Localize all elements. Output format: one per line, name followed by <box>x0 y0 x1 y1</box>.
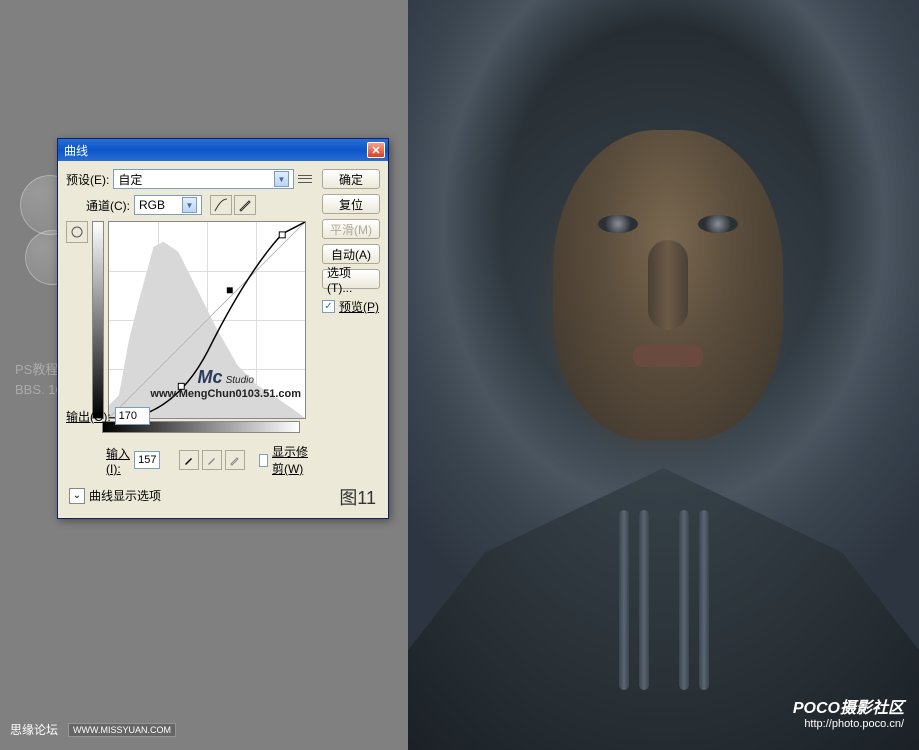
watermark-bottom-left: 思缘论坛 WWW.MISSYUAN.COM <box>10 721 176 738</box>
black-point-eyedropper[interactable] <box>179 450 199 470</box>
watermark-bottom-right: POCO摄影社区 http://photo.poco.cn/ <box>793 694 904 730</box>
preview-label: 预览(P) <box>339 298 379 315</box>
figure-label: 图11 <box>339 484 376 510</box>
watermark-url: http://photo.poco.cn/ <box>793 718 904 730</box>
curve-point <box>279 232 285 238</box>
pencil-curve-button[interactable] <box>234 195 256 215</box>
curve-graph[interactable]: Mc Studio www.MengChun0103.51.com <box>108 221 306 419</box>
curve-point-icon <box>214 198 228 212</box>
gray-point-eyedropper[interactable] <box>202 450 222 470</box>
channel-value: RGB <box>139 198 165 212</box>
dialog-right-column: 确定 复位 平滑(M) 自动(A) 选项(T)... ✓ 预览(P) <box>322 169 380 510</box>
preview-row: ✓ 预览(P) <box>322 298 380 315</box>
dialog-left-column: 预设(E): 自定 ▼ 通道(C): RGB ▼ <box>66 169 312 510</box>
on-image-adjust-button[interactable] <box>66 221 88 243</box>
eye-left <box>598 215 638 233</box>
dialog-titlebar[interactable]: 曲线 ✕ <box>58 139 388 161</box>
input-input[interactable]: 157 <box>134 451 160 469</box>
options-button[interactable]: 选项(T)... <box>322 269 380 289</box>
channel-label: 通道(C): <box>86 197 130 214</box>
hand-icon <box>70 225 84 239</box>
output-input[interactable]: 170 <box>115 407 150 425</box>
curve-display-options-row[interactable]: ⌄ 曲线显示选项 <box>69 487 312 510</box>
close-button[interactable]: ✕ <box>367 142 385 158</box>
expand-label: 曲线显示选项 <box>89 487 161 504</box>
ok-button[interactable]: 确定 <box>322 169 380 189</box>
show-clipping-row: 显示修剪(W) <box>259 443 312 477</box>
channel-row: 通道(C): RGB ▼ <box>86 195 312 215</box>
chevron-down-icon: ▼ <box>182 197 197 213</box>
y-axis-tools <box>66 221 88 419</box>
preset-row: 预设(E): 自定 ▼ <box>66 169 312 189</box>
auto-button[interactable]: 自动(A) <box>322 244 380 264</box>
eyedropper-icon <box>229 454 241 466</box>
watermark-title: POCO摄影社区 <box>793 694 904 718</box>
curve-line <box>109 222 305 418</box>
mouth <box>633 345 703 367</box>
output-label: 输出(O): <box>66 408 111 425</box>
curve-point <box>227 287 233 293</box>
preset-select[interactable]: 自定 ▼ <box>113 169 294 189</box>
eyedropper-icon <box>206 454 218 466</box>
nose <box>648 240 688 330</box>
image-canvas: POCO摄影社区 http://photo.poco.cn/ <box>408 0 919 750</box>
preset-menu-button[interactable] <box>298 172 312 186</box>
curve-point <box>178 383 184 389</box>
input-row: 输入(I): 157 显示修剪(W) <box>106 443 312 477</box>
output-row: 输出(O): 170 <box>66 407 312 425</box>
show-clipping-label: 显示修剪(W) <box>272 443 312 477</box>
curve-edit-modes <box>210 195 256 215</box>
chevron-down-icon: ▼ <box>274 171 289 187</box>
expand-icon: ⌄ <box>69 488 85 504</box>
output-gradient-bar <box>92 221 104 419</box>
dialog-body: 预设(E): 自定 ▼ 通道(C): RGB ▼ <box>58 161 388 518</box>
point-curve-button[interactable] <box>210 195 232 215</box>
curves-dialog: 曲线 ✕ 预设(E): 自定 ▼ 通道(C): RGB ▼ <box>57 138 389 519</box>
white-point-eyedropper[interactable] <box>225 450 245 470</box>
reset-button[interactable]: 复位 <box>322 194 380 214</box>
preview-checkbox[interactable]: ✓ <box>322 300 335 313</box>
watermark-url-box: WWW.MISSYUAN.COM <box>68 723 176 737</box>
preset-label: 预设(E): <box>66 171 109 188</box>
close-icon: ✕ <box>371 144 380 157</box>
watermark-text: 思缘论坛 <box>10 721 58 738</box>
preset-value: 自定 <box>118 171 142 188</box>
eyedropper-icon <box>183 454 195 466</box>
face <box>553 130 783 440</box>
dialog-title: 曲线 <box>64 142 88 159</box>
channel-select[interactable]: RGB ▼ <box>134 195 202 215</box>
hoodie-drawstrings <box>594 510 734 690</box>
show-clipping-checkbox[interactable] <box>259 454 268 467</box>
eyedropper-group <box>179 450 245 470</box>
portrait-image <box>408 0 919 750</box>
pencil-icon <box>238 198 252 212</box>
input-label: 输入(I): <box>106 445 130 476</box>
curve-area: Mc Studio www.MengChun0103.51.com <box>66 221 312 419</box>
smooth-button: 平滑(M) <box>322 219 380 239</box>
eye-right <box>698 215 738 233</box>
